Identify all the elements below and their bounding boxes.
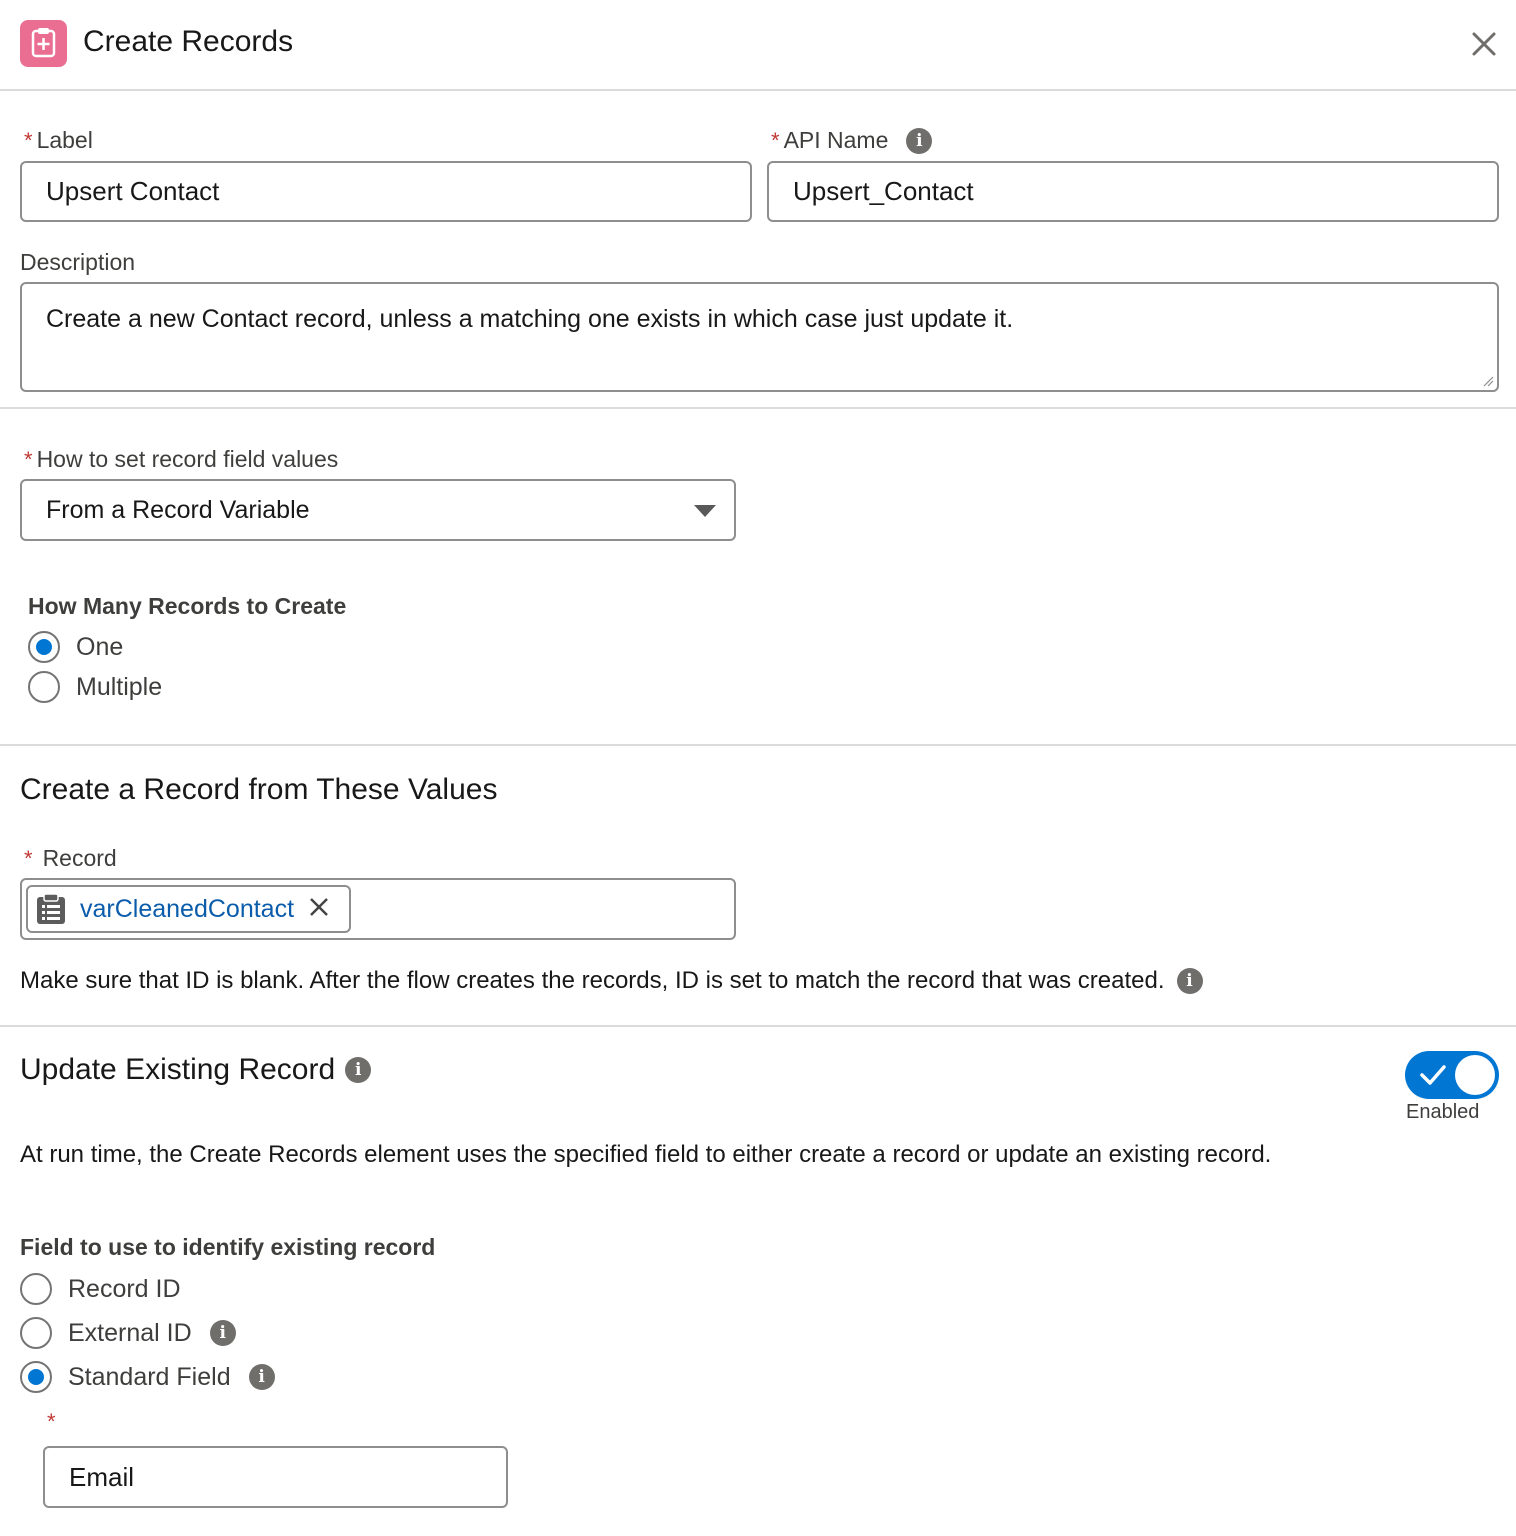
record-variable-icon bbox=[34, 892, 68, 926]
record-label-text: Record bbox=[42, 845, 117, 871]
label-field-label: * Label bbox=[24, 127, 93, 154]
update-existing-toggle[interactable] bbox=[1405, 1051, 1499, 1099]
record-values-label-text: How to set record field values bbox=[36, 446, 339, 472]
field-group-title: Field to use to identify existing record bbox=[20, 1234, 436, 1260]
panel-title: Create Records bbox=[83, 25, 294, 58]
record-variable-pill[interactable]: varCleanedContact bbox=[26, 885, 351, 933]
standard-field-input[interactable]: Email bbox=[43, 1446, 508, 1508]
radio-label: Multiple bbox=[76, 672, 163, 701]
check-icon bbox=[1420, 1065, 1446, 1085]
radio-button[interactable] bbox=[20, 1317, 52, 1349]
toggle-state-label: Enabled bbox=[1406, 1101, 1480, 1123]
record-field-label: * Record bbox=[24, 845, 117, 872]
radio-label: Record ID bbox=[68, 1274, 181, 1303]
info-icon[interactable]: i bbox=[345, 1057, 372, 1083]
radio-button[interactable] bbox=[28, 631, 60, 663]
record-values-selected: From a Record Variable bbox=[46, 495, 310, 524]
description-label: Description bbox=[20, 249, 136, 275]
required-marker: * bbox=[24, 127, 33, 153]
update-description: At run time, the Create Records element … bbox=[20, 1141, 1272, 1168]
resize-handle-icon[interactable] bbox=[1482, 375, 1494, 387]
info-icon[interactable]: i bbox=[209, 1320, 236, 1346]
record-variable-name: varCleanedContact bbox=[80, 894, 295, 923]
api-name-input-value: Upsert_Contact bbox=[793, 176, 974, 206]
description-textarea[interactable]: Create a new Contact record, unless a ma… bbox=[20, 282, 1499, 392]
radio-label: External ID bbox=[68, 1318, 192, 1347]
api-name-field-label: * API Name i bbox=[771, 127, 933, 154]
header-divider bbox=[0, 89, 1516, 91]
close-icon[interactable] bbox=[1466, 26, 1502, 62]
remove-icon[interactable] bbox=[308, 896, 330, 923]
chevron-down-icon bbox=[694, 505, 716, 517]
description-value: Create a new Contact record, unless a ma… bbox=[46, 305, 1014, 333]
section-divider bbox=[0, 1025, 1516, 1027]
standard-field-value: Email bbox=[69, 1461, 135, 1492]
record-values-field-label: * How to set record field values bbox=[24, 446, 338, 473]
radio-button[interactable] bbox=[28, 671, 60, 703]
label-input[interactable]: Upsert Contact bbox=[20, 161, 752, 222]
radio-option-external-id[interactable]: External ID i bbox=[20, 1317, 236, 1349]
create-records-icon bbox=[20, 20, 67, 67]
label-input-value: Upsert Contact bbox=[46, 176, 220, 206]
api-name-input[interactable]: Upsert_Contact bbox=[767, 161, 1499, 222]
record-help-text: Make sure that ID is blank. After the fl… bbox=[20, 967, 1165, 994]
record-help-row: Make sure that ID is blank. After the fl… bbox=[20, 967, 1203, 995]
required-marker: * bbox=[47, 1409, 56, 1434]
label-label-text: Label bbox=[36, 127, 93, 153]
radio-label: One bbox=[76, 632, 124, 661]
radio-button[interactable] bbox=[20, 1361, 52, 1393]
section-divider bbox=[0, 744, 1516, 746]
required-marker: * bbox=[24, 845, 33, 871]
radio-option-one[interactable]: One bbox=[28, 631, 123, 663]
update-section-header: Update Existing Record i bbox=[20, 1053, 372, 1087]
record-values-select[interactable]: From a Record Variable bbox=[20, 479, 736, 541]
info-icon[interactable]: i bbox=[906, 127, 933, 154]
radio-option-standard-field[interactable]: Standard Field i bbox=[20, 1361, 275, 1393]
update-section-title: Update Existing Record bbox=[20, 1053, 336, 1086]
radio-button[interactable] bbox=[20, 1273, 52, 1305]
create-section-title: Create a Record from These Values bbox=[20, 773, 498, 806]
radio-label: Standard Field bbox=[68, 1362, 231, 1391]
radio-option-multiple[interactable]: Multiple bbox=[28, 671, 162, 703]
info-icon[interactable]: i bbox=[1176, 968, 1203, 994]
required-marker: * bbox=[24, 446, 33, 472]
toggle-knob bbox=[1455, 1055, 1495, 1095]
section-divider bbox=[0, 407, 1516, 409]
radio-option-record-id[interactable]: Record ID bbox=[20, 1273, 181, 1305]
how-many-title: How Many Records to Create bbox=[28, 593, 347, 619]
api-name-label-text: API Name bbox=[783, 127, 889, 153]
required-marker: * bbox=[771, 127, 780, 153]
info-icon[interactable]: i bbox=[248, 1364, 275, 1390]
